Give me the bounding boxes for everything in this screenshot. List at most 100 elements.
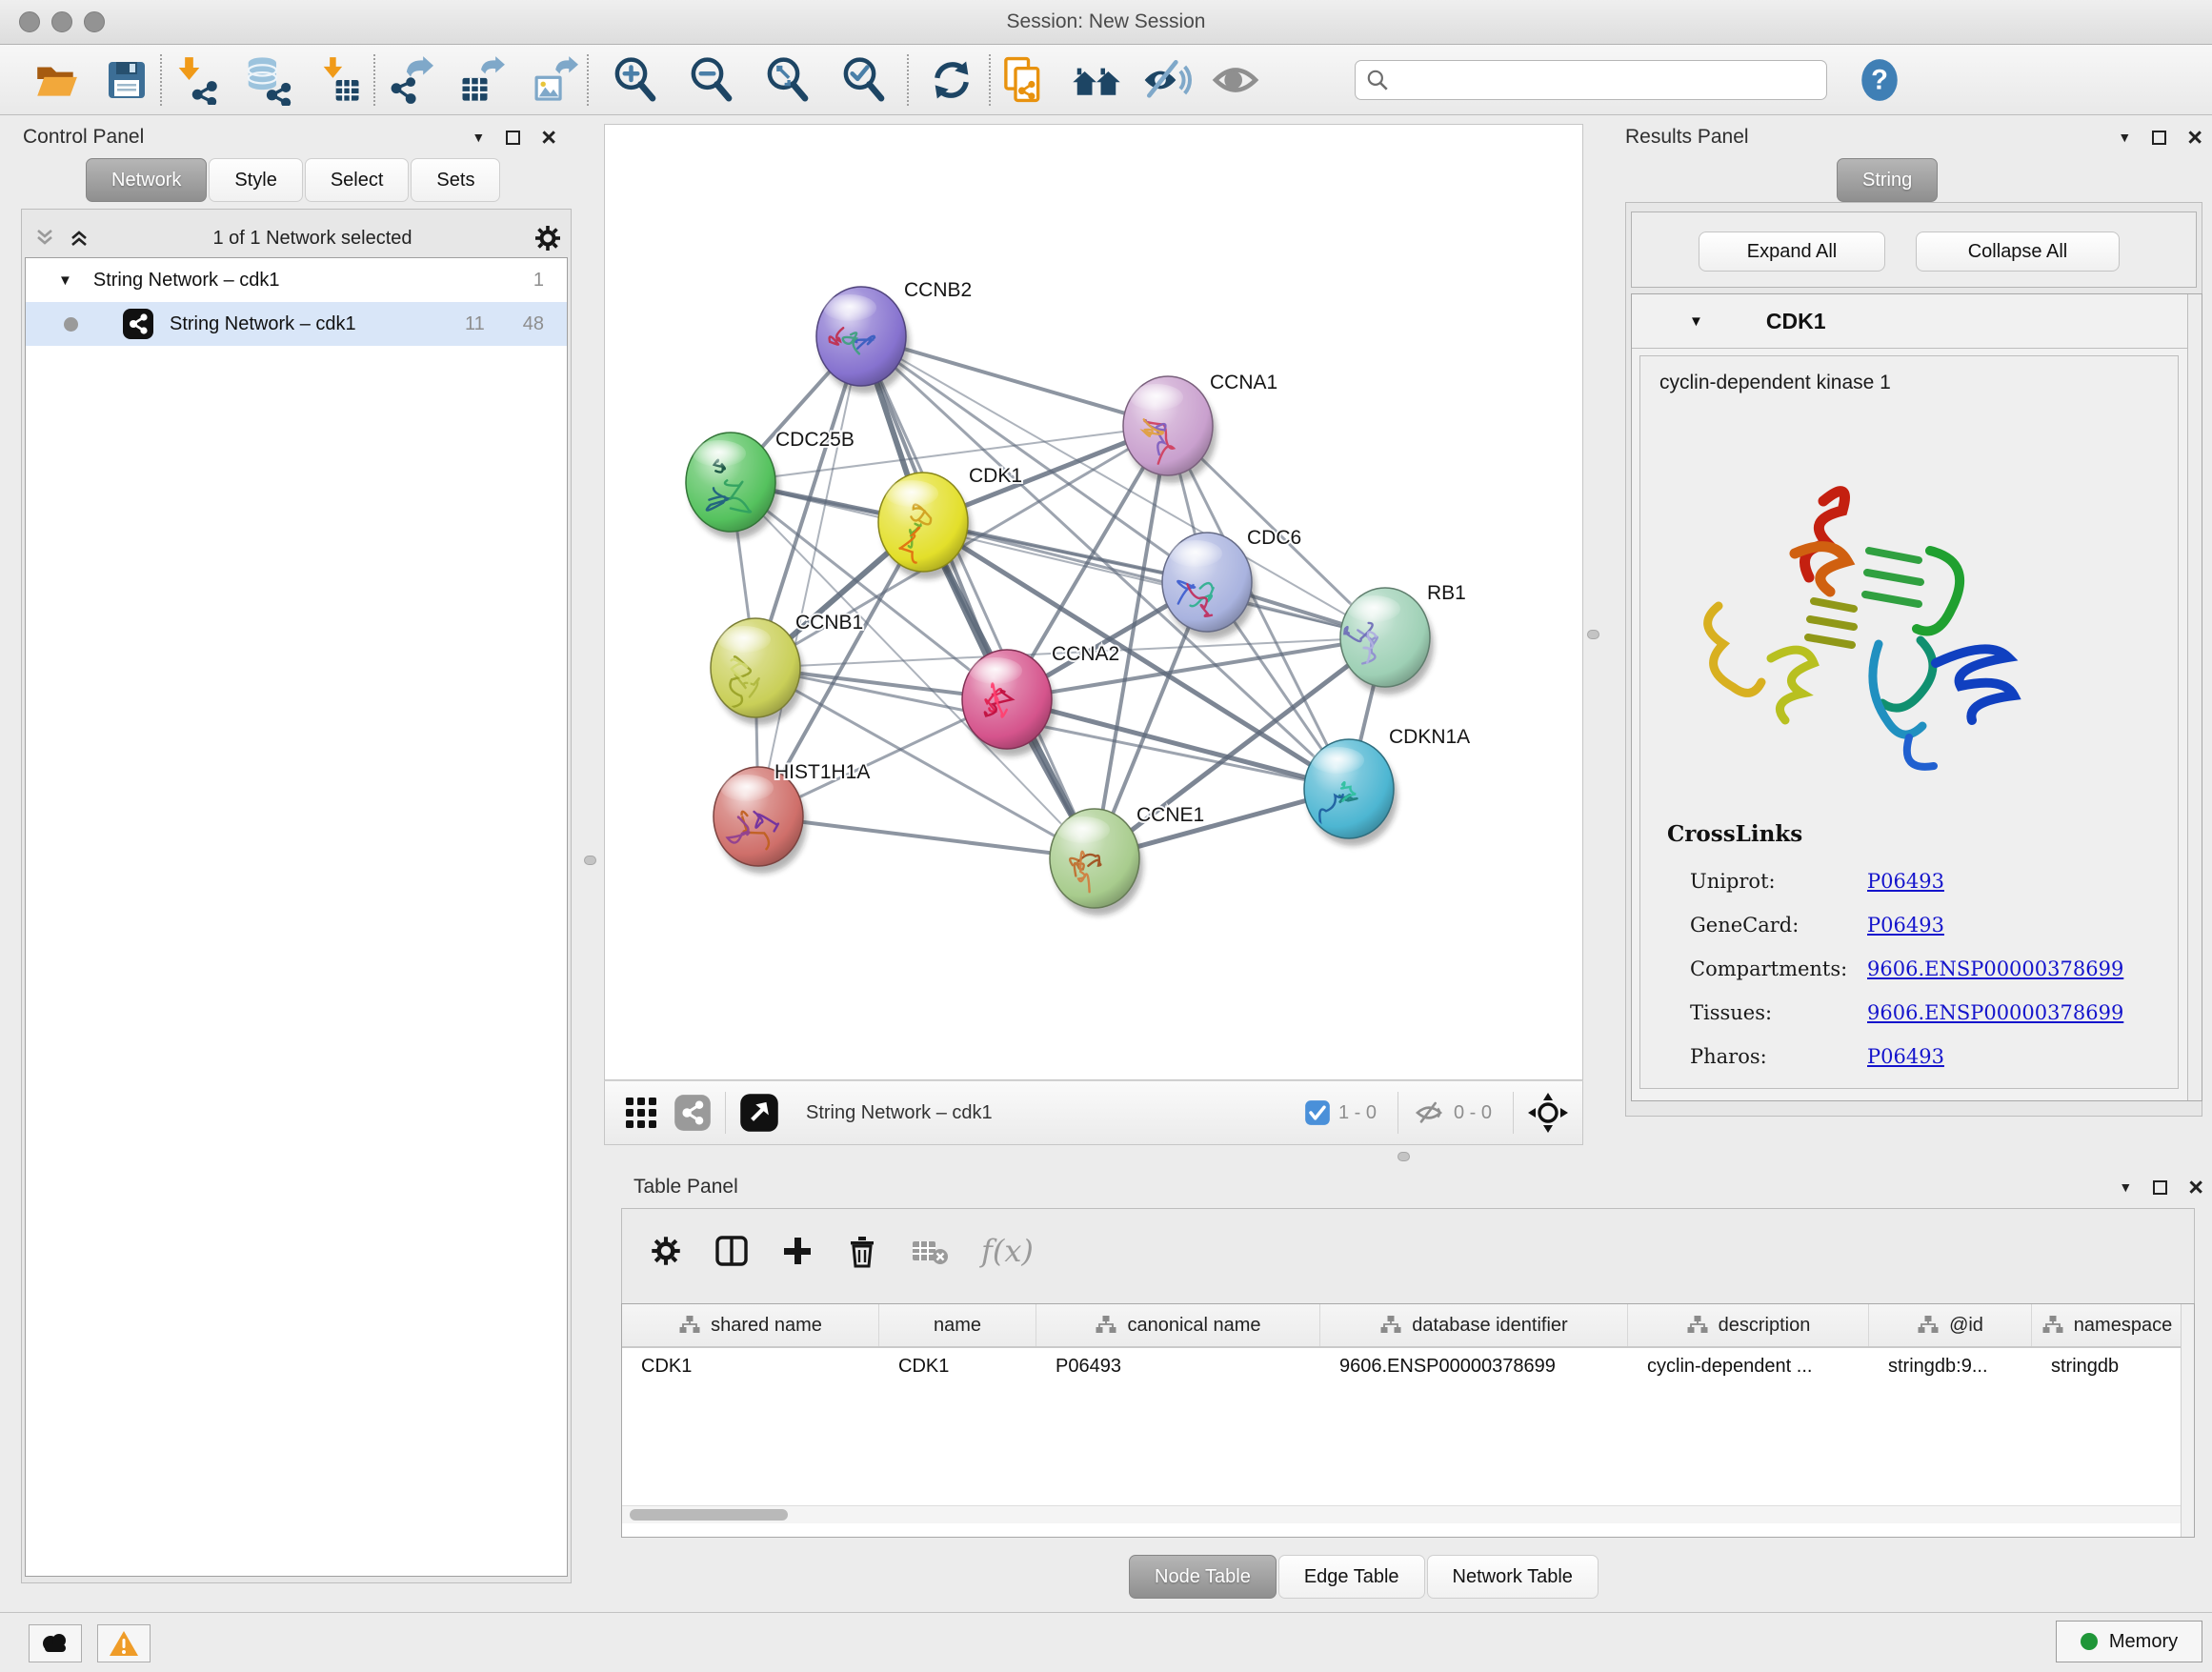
zoom-selected-button[interactable]	[836, 52, 892, 108]
network-row[interactable]: String Network – cdk1 11 48	[26, 302, 567, 346]
show-columns-icon[interactable]	[714, 1234, 749, 1268]
column-header--id[interactable]: @id	[1869, 1304, 2032, 1346]
function-builder-icon[interactable]: f(x)	[981, 1233, 1034, 1269]
column-header-database-identifier[interactable]: database identifier	[1320, 1304, 1628, 1346]
center-view-crosshair-icon[interactable]	[1527, 1092, 1569, 1134]
crosslink-link[interactable]: P06493	[1867, 914, 1944, 937]
panel-menu-icon[interactable]: ▼	[2119, 1179, 2132, 1195]
column-header-canonical-name[interactable]: canonical name	[1036, 1304, 1320, 1346]
collapse-all-tree-icon[interactable]	[32, 227, 57, 250]
delete-table-icon[interactable]	[911, 1236, 949, 1266]
panel-float-icon[interactable]	[2153, 1180, 2167, 1195]
help-button[interactable]: ?	[1852, 52, 1907, 108]
zoom-fit-button[interactable]	[760, 52, 815, 108]
tab-edge-table[interactable]: Edge Table	[1278, 1555, 1425, 1599]
network-edge-CCNE1-CCNB2[interactable]	[861, 336, 1095, 858]
expand-all-button[interactable]: Expand All	[1699, 232, 1885, 272]
network-node-HIST1H1A[interactable]: HIST1H1A	[714, 761, 870, 874]
network-options-gear-icon[interactable]	[533, 224, 562, 252]
left-splitter-handle[interactable]	[584, 856, 596, 865]
string-tab-icon[interactable]	[674, 1094, 712, 1132]
refresh-layout-button[interactable]	[924, 52, 979, 108]
expand-all-tree-icon[interactable]	[67, 227, 91, 250]
tab-node-table[interactable]: Node Table	[1129, 1555, 1277, 1599]
zoom-out-button[interactable]	[684, 52, 739, 108]
zoom-in-button[interactable]	[608, 52, 663, 108]
column-header-namespace[interactable]: namespace	[2032, 1304, 2182, 1346]
table-cell[interactable]: 9606.ENSP00000378699	[1320, 1356, 1628, 1378]
crosslink-link[interactable]: 9606.ENSP00000378699	[1867, 1001, 2123, 1024]
tab-style[interactable]: Style	[209, 158, 302, 202]
save-session-button[interactable]	[99, 52, 154, 108]
network-node-CCNA2[interactable]: CCNA2	[962, 643, 1119, 756]
right-splitter-handle[interactable]	[1587, 630, 1599, 639]
crosslink-link[interactable]: P06493	[1867, 1045, 1944, 1068]
hidden-eye-icon[interactable]	[1412, 1098, 1446, 1128]
create-column-plus-icon[interactable]	[781, 1235, 814, 1267]
panel-close-icon[interactable]: ×	[541, 131, 556, 145]
network-edge-CCNE1-HIST1H1A[interactable]	[758, 816, 1095, 858]
panel-menu-icon[interactable]: ▼	[472, 130, 485, 145]
panel-close-icon[interactable]: ×	[2187, 131, 2202, 145]
search-box[interactable]	[1355, 60, 1827, 100]
node-section-header[interactable]: ▼ CDK1	[1632, 294, 2202, 349]
birds-eye-grid-icon[interactable]	[622, 1094, 660, 1132]
export-network-button[interactable]	[381, 52, 436, 108]
tab-sets[interactable]: Sets	[411, 158, 500, 202]
network-node-CDK1[interactable]: CDK1	[878, 465, 1022, 579]
column-header-shared-name[interactable]: shared name	[622, 1304, 879, 1346]
network-graph[interactable]: CCNB2CCNA1CDC25BCDK1CDC6RB1CCNB1CCNA2CDK…	[605, 125, 1582, 1079]
table-cell[interactable]: cyclin-dependent ...	[1628, 1356, 1869, 1378]
network-node-CDC6[interactable]: CDC6	[1162, 527, 1301, 639]
export-table-button[interactable]	[453, 52, 509, 108]
hide-selected-button[interactable]	[1139, 52, 1195, 108]
results-scrollbar[interactable]	[2187, 294, 2202, 1100]
open-in-new-window-icon[interactable]	[739, 1093, 779, 1133]
scrollbar-thumb[interactable]	[630, 1509, 788, 1521]
network-node-CCNB2[interactable]: CCNB2	[816, 279, 972, 393]
network-node-RB1[interactable]: RB1	[1340, 582, 1466, 695]
panel-float-icon[interactable]	[506, 131, 520, 145]
show-all-button[interactable]	[1208, 52, 1263, 108]
bottom-splitter-handle[interactable]	[1398, 1152, 1410, 1161]
collection-expander-icon[interactable]: ▼	[58, 272, 72, 289]
network-view-canvas[interactable]: CCNB2CCNA1CDC25BCDK1CDC6RB1CCNB1CCNA2CDK…	[604, 124, 1583, 1080]
column-header-name[interactable]: name	[879, 1304, 1036, 1346]
table-cell[interactable]: stringdb:9...	[1869, 1356, 2032, 1378]
network-node-CCNA1[interactable]: CCNA1	[1123, 372, 1277, 483]
table-vertical-scrollbar[interactable]	[2181, 1304, 2194, 1537]
import-network-file-button[interactable]	[168, 52, 223, 108]
table-cell[interactable]: stringdb	[2032, 1356, 2182, 1378]
network-edge-CCNB2-HIST1H1A[interactable]	[758, 336, 861, 816]
table-cell[interactable]: CDK1	[879, 1356, 1036, 1378]
tab-select[interactable]: Select	[305, 158, 410, 202]
panel-menu-icon[interactable]: ▼	[2118, 130, 2131, 145]
tab-string[interactable]: String	[1837, 158, 1938, 202]
network-node-CDKN1A[interactable]: CDKN1A	[1304, 726, 1470, 846]
search-input[interactable]	[1390, 69, 1813, 91]
warnings-button[interactable]	[97, 1624, 151, 1662]
import-network-database-button[interactable]	[240, 52, 295, 108]
open-session-button[interactable]	[29, 52, 84, 108]
delete-column-trash-icon[interactable]	[846, 1234, 878, 1268]
table-row[interactable]: CDK1CDK1P064939606.ENSP00000378699cyclin…	[622, 1348, 2194, 1384]
network-node-CCNE1[interactable]: CCNE1	[1050, 804, 1204, 916]
panel-float-icon[interactable]	[2152, 131, 2166, 145]
crosslink-link[interactable]: 9606.ENSP00000378699	[1867, 957, 2123, 980]
table-options-gear-icon[interactable]	[650, 1235, 682, 1267]
panel-close-icon[interactable]: ×	[2188, 1180, 2203, 1195]
section-expander-icon[interactable]: ▼	[1689, 313, 1703, 330]
column-header-description[interactable]: description	[1628, 1304, 1869, 1346]
clone-network-button[interactable]	[996, 52, 1052, 108]
table-cell[interactable]: CDK1	[622, 1356, 879, 1378]
memory-button[interactable]: Memory	[2056, 1621, 2202, 1662]
selected-checkbox-icon[interactable]	[1304, 1099, 1331, 1126]
tab-network[interactable]: Network	[86, 158, 207, 202]
import-table-file-button[interactable]	[312, 52, 368, 108]
export-image-button[interactable]	[526, 52, 581, 108]
table-horizontal-scrollbar[interactable]	[622, 1505, 2181, 1523]
cloud-status-button[interactable]	[29, 1624, 82, 1662]
session-home-button[interactable]	[1069, 52, 1124, 108]
tab-network-table[interactable]: Network Table	[1427, 1555, 1599, 1599]
crosslink-link[interactable]: P06493	[1867, 870, 1944, 893]
